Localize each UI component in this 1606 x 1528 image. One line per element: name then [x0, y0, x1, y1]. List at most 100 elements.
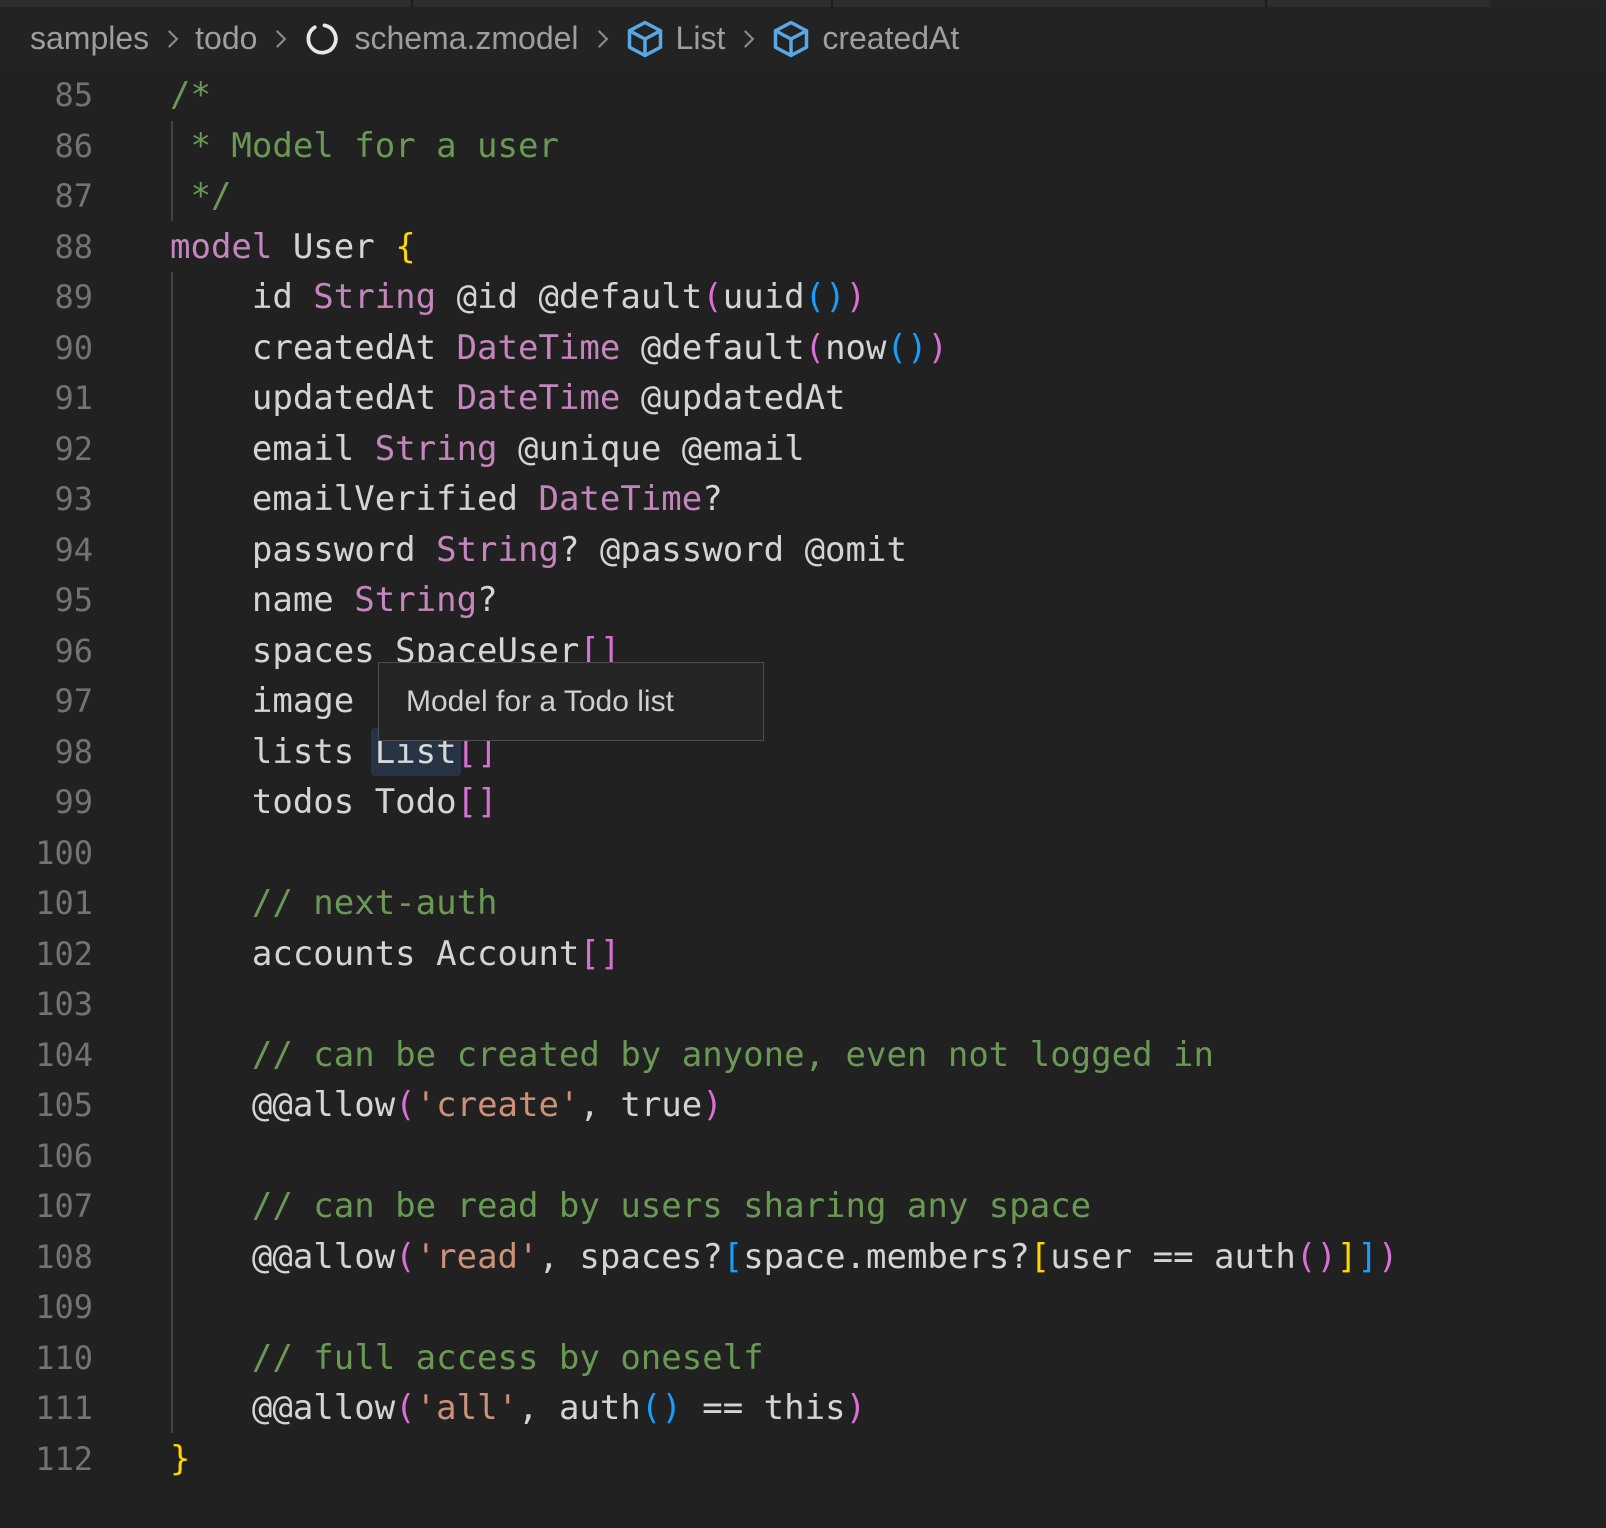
code-line[interactable]: 108 @@allow('read', spaces?[space.member…: [0, 1232, 1606, 1283]
code-token: ): [1378, 1237, 1398, 1277]
code-token: ): [846, 1388, 866, 1428]
loading-spinner-icon: [303, 19, 343, 59]
code-line[interactable]: 97 image: [0, 676, 1606, 727]
code-token: ): [927, 328, 947, 368]
breadcrumb-item-schema-zmodel[interactable]: schema.zmodel: [303, 19, 578, 59]
line-number: 111: [0, 1383, 93, 1434]
code-text: // next-auth: [93, 878, 498, 929]
code-line[interactable]: 103: [0, 979, 1606, 1030]
code-token: uuid: [723, 277, 805, 317]
code-token: // can be read by users sharing any spac…: [170, 1186, 1091, 1226]
code-line[interactable]: 110 // full access by oneself: [0, 1333, 1606, 1384]
code-text: name String?: [93, 575, 498, 626]
code-line[interactable]: 109: [0, 1282, 1606, 1333]
code-token: id: [170, 277, 313, 317]
code-line[interactable]: 89 id String @id @default(uuid()): [0, 272, 1606, 323]
code-line[interactable]: 102 accounts Account[]: [0, 929, 1606, 980]
code-line[interactable]: 93 emailVerified DateTime?: [0, 474, 1606, 525]
code-token: String: [436, 530, 559, 570]
code-line[interactable]: 86 * Model for a user: [0, 121, 1606, 172]
code-token: (): [886, 328, 927, 368]
code-token: []: [579, 934, 620, 974]
code-token: emailVerified: [170, 479, 538, 519]
code-text: // can be read by users sharing any spac…: [93, 1181, 1091, 1232]
code-editor[interactable]: 85/*86 * Model for a user87 */88model Us…: [0, 70, 1606, 1484]
code-line[interactable]: 94 password String? @password @omit: [0, 525, 1606, 576]
line-number: 98: [0, 727, 93, 778]
code-token: @@allow: [170, 1085, 395, 1125]
code-line[interactable]: 106: [0, 1131, 1606, 1182]
code-token: lists: [170, 732, 375, 772]
code-token: (: [395, 1388, 415, 1428]
line-number: 90: [0, 323, 93, 374]
code-line[interactable]: 105 @@allow('create', true): [0, 1080, 1606, 1131]
code-token: [: [723, 1237, 743, 1277]
code-token: (): [641, 1388, 682, 1428]
line-number: 100: [0, 828, 93, 879]
code-token: String: [354, 580, 477, 620]
code-token: (): [1296, 1237, 1337, 1277]
line-number: 102: [0, 929, 93, 980]
code-line[interactable]: 104 // can be created by anyone, even no…: [0, 1030, 1606, 1081]
line-number: 91: [0, 373, 93, 424]
breadcrumb-item-samples[interactable]: samples: [30, 20, 149, 57]
code-token: , spaces?: [538, 1237, 722, 1277]
code-token: DateTime: [457, 328, 621, 368]
line-number: 94: [0, 525, 93, 576]
code-line[interactable]: 112}: [0, 1434, 1606, 1485]
hover-tooltip-text: Model for a Todo list: [406, 685, 674, 719]
code-token: , auth: [518, 1388, 641, 1428]
line-number: 104: [0, 1030, 93, 1081]
code-token: now: [825, 328, 886, 368]
line-number: 87: [0, 171, 93, 222]
code-line[interactable]: 101 // next-auth: [0, 878, 1606, 929]
code-token: DateTime: [538, 479, 702, 519]
breadcrumb-label: samples: [30, 20, 149, 57]
line-number: 105: [0, 1080, 93, 1131]
code-token: (): [805, 277, 846, 317]
code-token: user == auth: [1050, 1237, 1296, 1277]
code-token: @@allow: [170, 1237, 395, 1277]
code-text: id String @id @default(uuid()): [93, 272, 866, 323]
line-number: 108: [0, 1232, 93, 1283]
breadcrumb-item-list[interactable]: List: [625, 19, 726, 59]
code-line[interactable]: 107 // can be read by users sharing any …: [0, 1181, 1606, 1232]
code-line[interactable]: 100: [0, 828, 1606, 879]
tab-bar-empty: [1490, 0, 1606, 7]
code-text: email String @unique @email: [93, 424, 805, 475]
code-line[interactable]: 85/*: [0, 70, 1606, 121]
breadcrumb-item-createdat[interactable]: createdAt: [771, 19, 959, 59]
line-number: 88: [0, 222, 93, 273]
breadcrumb-label: schema.zmodel: [354, 20, 578, 57]
code-text: */: [93, 171, 231, 222]
code-line[interactable]: 111 @@allow('all', auth() == this): [0, 1383, 1606, 1434]
code-line[interactable]: 98 lists List[]: [0, 727, 1606, 778]
code-token: @updatedAt: [620, 378, 845, 418]
code-line[interactable]: 96 spaces SpaceUser[]: [0, 626, 1606, 677]
chevron-right-icon: [267, 26, 293, 52]
code-line[interactable]: 91 updatedAt DateTime @updatedAt: [0, 373, 1606, 424]
code-line[interactable]: 88model User {: [0, 222, 1606, 273]
code-token: model: [170, 227, 272, 267]
code-line[interactable]: 95 name String?: [0, 575, 1606, 626]
code-token: ?: [702, 479, 722, 519]
code-text: /*: [93, 70, 211, 121]
code-line[interactable]: 92 email String @unique @email: [0, 424, 1606, 475]
line-number: 109: [0, 1282, 93, 1333]
code-token: /*: [170, 75, 211, 115]
code-line[interactable]: 87 */: [0, 171, 1606, 222]
code-token: createdAt: [170, 328, 457, 368]
code-token: ]: [1337, 1237, 1357, 1277]
code-token: ): [702, 1085, 722, 1125]
line-number: 97: [0, 676, 93, 727]
breadcrumb-item-todo[interactable]: todo: [195, 20, 257, 57]
code-line[interactable]: 99 todos Todo[]: [0, 777, 1606, 828]
line-number: 110: [0, 1333, 93, 1384]
code-token: */: [170, 176, 231, 216]
code-text: image: [93, 676, 354, 727]
code-text: * Model for a user: [93, 121, 559, 172]
code-text: // full access by oneself: [93, 1333, 764, 1384]
code-token: String: [375, 429, 498, 469]
code-line[interactable]: 90 createdAt DateTime @default(now()): [0, 323, 1606, 374]
code-token: email: [170, 429, 375, 469]
